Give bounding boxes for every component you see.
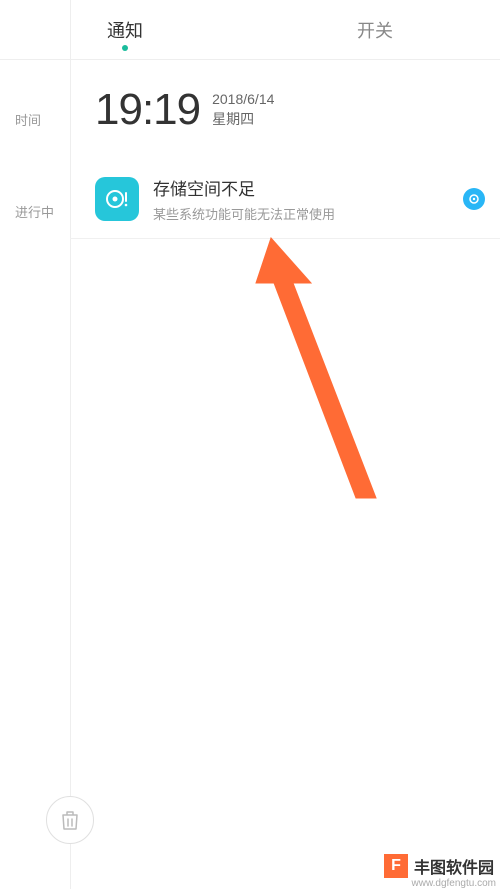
tab-indicator bbox=[122, 45, 128, 51]
tab-switches[interactable]: 开关 bbox=[250, 0, 500, 59]
notification-badge-icon[interactable] bbox=[463, 188, 485, 210]
current-time: 19:19 bbox=[95, 85, 200, 135]
tab-notifications[interactable]: 通知 bbox=[0, 0, 250, 59]
tab-switches-label: 开关 bbox=[357, 17, 393, 43]
tab-notifications-label: 通知 bbox=[107, 17, 143, 43]
watermark-url: www.dgfengtu.com bbox=[412, 878, 500, 889]
current-weekday: 星期四 bbox=[212, 110, 274, 130]
date-block: 2018/6/14 星期四 bbox=[212, 90, 274, 129]
notification-item[interactable]: 存储空间不足 某些系统功能可能无法正常使用 bbox=[95, 175, 485, 223]
trash-icon bbox=[60, 809, 80, 831]
notification-title: 存储空间不足 bbox=[153, 175, 463, 200]
watermark-name: 丰图软件园 bbox=[408, 854, 500, 878]
notification-description: 某些系统功能可能无法正常使用 bbox=[153, 204, 463, 223]
delete-button[interactable] bbox=[46, 796, 94, 844]
current-date: 2018/6/14 bbox=[212, 90, 274, 110]
watermark-logo: F bbox=[384, 854, 408, 878]
ongoing-section: 进行中 存储空间不足 某些系统功能可能无法正常使用 bbox=[70, 160, 500, 239]
time-section: 时间 19:19 2018/6/14 星期四 bbox=[70, 60, 500, 160]
ongoing-section-label: 进行中 bbox=[15, 202, 54, 221]
storage-icon bbox=[95, 177, 139, 221]
watermark: F 丰图软件园 www.dgfengtu.com bbox=[384, 854, 500, 889]
time-section-label: 时间 bbox=[15, 110, 41, 129]
arrow-annotation bbox=[253, 233, 393, 513]
